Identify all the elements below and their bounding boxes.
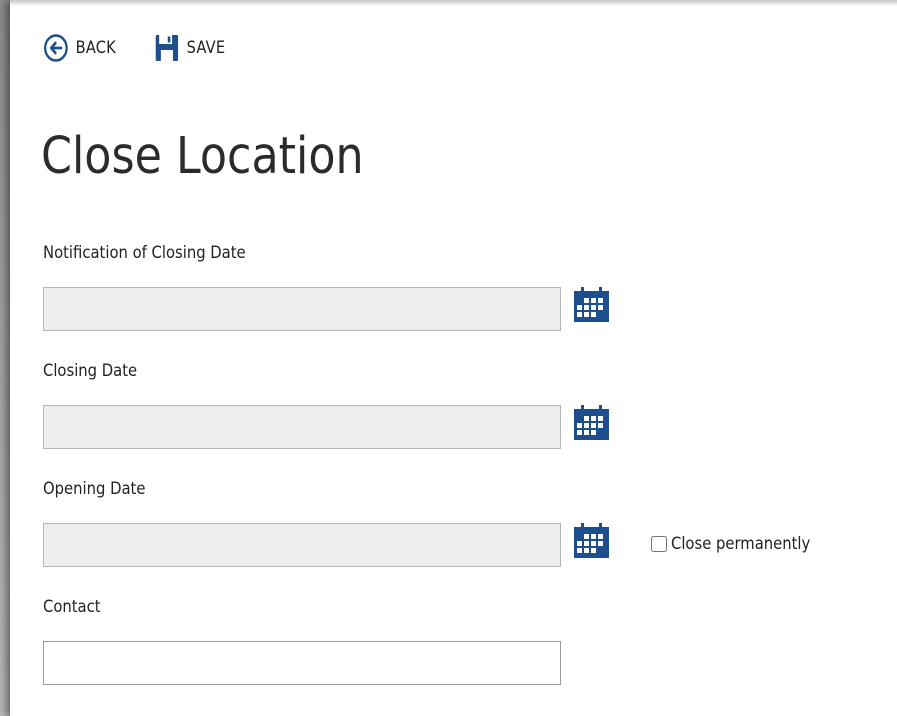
calendar-icon[interactable] <box>573 522 610 559</box>
close-permanently-option[interactable]: Close permanently <box>651 534 831 554</box>
calendar-icon[interactable] <box>573 286 610 323</box>
calendar-icon[interactable] <box>573 404 610 441</box>
window-backdrop: BACK SAVE Close Location Notification of… <box>0 0 897 716</box>
close-permanently-label: Close permanently <box>671 534 811 554</box>
back-button[interactable]: BACK <box>43 33 116 63</box>
closing-date-field[interactable] <box>43 405 561 449</box>
contact-label: Contact <box>43 597 101 617</box>
save-label: SAVE <box>186 38 226 58</box>
floppy-disk-icon <box>154 33 180 63</box>
toolbar: BACK SAVE <box>43 28 263 68</box>
notification-of-closing-date-field[interactable] <box>43 287 561 331</box>
close-location-panel: BACK SAVE Close Location Notification of… <box>10 0 897 716</box>
notification-of-closing-date-label: Notification of Closing Date <box>43 243 246 263</box>
close-permanently-checkbox[interactable] <box>651 536 667 552</box>
closing-date-label: Closing Date <box>43 361 138 381</box>
arrow-left-circle-icon <box>43 33 69 63</box>
back-label: BACK <box>75 38 116 58</box>
save-button[interactable]: SAVE <box>154 33 225 63</box>
opening-date-label: Opening Date <box>43 479 146 499</box>
contact-field[interactable] <box>43 641 561 685</box>
opening-date-field[interactable] <box>43 523 561 567</box>
page-title: Close Location <box>41 127 364 186</box>
